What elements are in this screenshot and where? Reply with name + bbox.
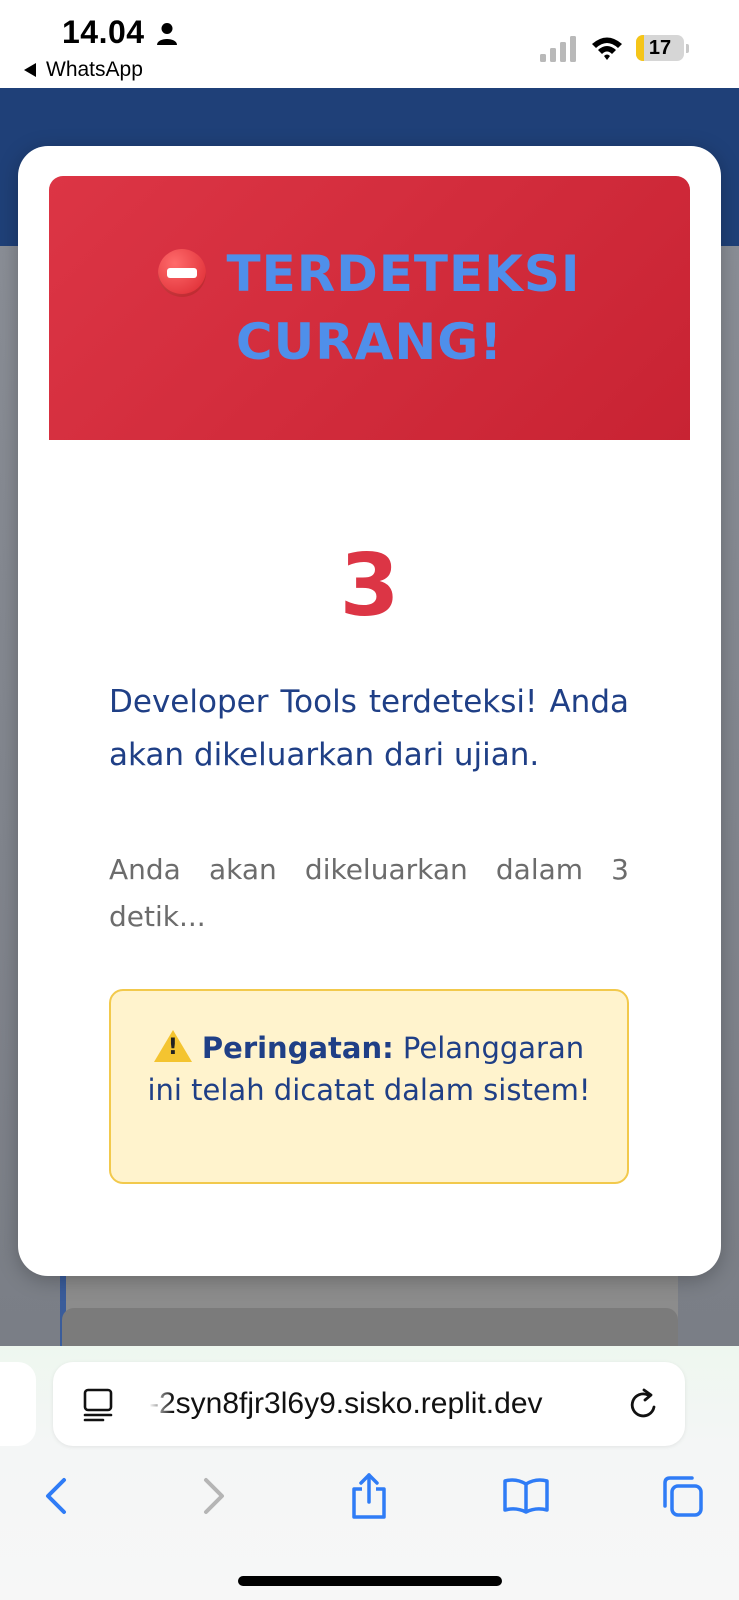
bookmarks-icon [503,1478,549,1514]
modal-header: TERDETEKSI CURANG! [49,176,690,440]
reload-icon[interactable] [627,1388,661,1422]
share-button[interactable] [339,1466,399,1526]
back-icon [46,1478,66,1514]
stop-icon [158,249,207,297]
detection-message: Developer Tools terdeteksi! Anda akan di… [109,684,629,773]
warning-icon [153,1030,192,1062]
tabs-icon [663,1476,703,1517]
status-bar: 14.04 WhatsApp 17 [0,0,739,88]
share-icon [352,1473,386,1519]
address-bar[interactable]: -2syn8fjr3l6y9.sisko.replit.dev [53,1362,685,1446]
warning-box: Peringatan: Pelanggaran ini telah dicata… [109,989,629,1184]
signal-icon [540,36,576,62]
wifi-icon [592,37,622,60]
tabs-button[interactable] [652,1466,712,1526]
home-indicator[interactable] [238,1576,502,1586]
cheat-detected-modal: TERDETEKSI CURANG! 3 Developer Tools ter… [18,146,721,1276]
person-icon [157,23,177,45]
reader-icon[interactable] [83,1388,115,1422]
back-to-app-link[interactable]: WhatsApp [24,58,143,82]
forward-button[interactable] [184,1466,244,1526]
modal-title: TERDETEKSI CURANG! [226,245,581,371]
status-time: 14.04 [62,14,145,50]
modal-title-wrapper: TERDETEKSI CURANG! [49,240,690,376]
browser-nav-row [0,1466,739,1526]
previous-tab-preview[interactable] [0,1362,36,1446]
warning-label: Peringatan: [201,1031,394,1065]
back-triangle-icon [24,63,36,77]
countdown-number: 3 [339,536,400,636]
forward-icon [204,1478,224,1514]
logout-countdown-message: Anda akan dikeluarkan dalam 3 detik... [109,853,629,933]
back-button[interactable] [26,1466,86,1526]
battery-level: 17 [648,37,672,59]
screen: 14.04 WhatsApp 17 TERDETEKSI CURANG! 3 D… [0,0,739,1600]
back-app-label: WhatsApp [46,58,143,81]
bookmarks-button[interactable] [496,1466,556,1526]
url-text[interactable]: -2syn8fjr3l6y9.sisko.replit.dev [149,1362,609,1446]
battery-icon: 17 [636,35,689,61]
